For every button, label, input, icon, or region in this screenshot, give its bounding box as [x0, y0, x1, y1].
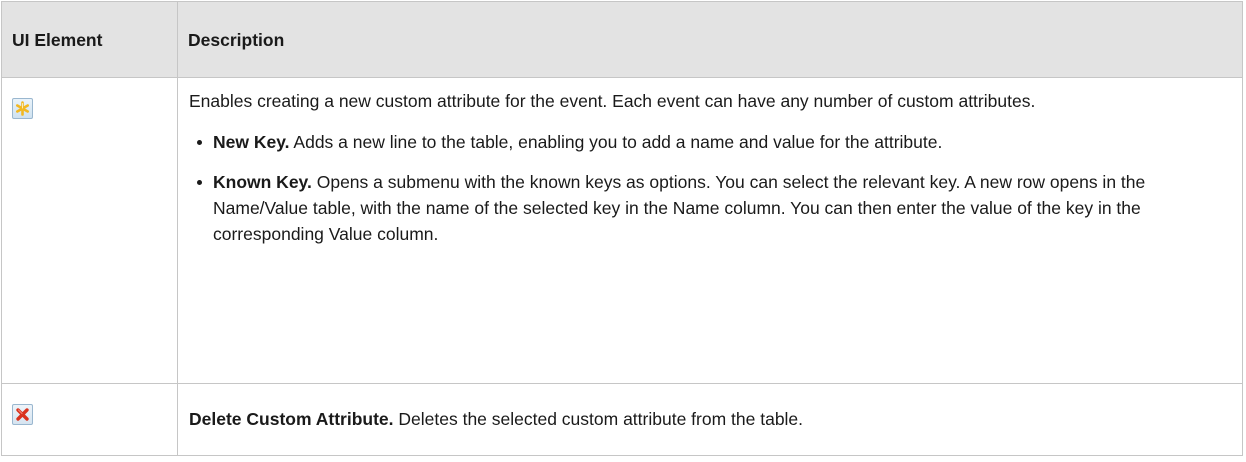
description-text: Deletes the selected custom attribute fr… — [393, 409, 804, 429]
header-description: Description — [177, 1, 1243, 78]
red-x-icon — [16, 408, 29, 421]
option-text: Opens a submenu with the known keys as o… — [213, 172, 1146, 244]
header-ui-element: UI Element — [1, 1, 178, 78]
new-custom-attribute-icon[interactable] — [12, 98, 33, 119]
asterisk-star-icon — [16, 101, 29, 116]
table-row: Enables creating a new custom attribute … — [1, 77, 1243, 384]
option-term: Known Key. — [213, 172, 312, 192]
element-term: Delete Custom Attribute. — [189, 409, 394, 429]
description-cell: Delete Custom Attribute. Deletes the sel… — [177, 383, 1243, 456]
description-cell: Enables creating a new custom attribute … — [177, 77, 1243, 384]
description-text: Enables creating a new custom attribute … — [189, 91, 1036, 111]
ui-element-cell — [1, 383, 178, 456]
ui-element-cell — [1, 77, 178, 384]
list-item: Known Key. Opens a submenu with the know… — [189, 169, 1222, 247]
ui-element-table: UI Element Description Enables creating … — [1, 1, 1243, 456]
option-term: New Key. — [213, 132, 290, 152]
table-header-row: UI Element Description — [1, 1, 1243, 78]
option-list: New Key. Adds a new line to the table, e… — [189, 129, 1222, 247]
table-row: Delete Custom Attribute. Deletes the sel… — [1, 383, 1243, 456]
option-text: Adds a new line to the table, enabling y… — [289, 132, 943, 152]
delete-icon[interactable] — [12, 404, 33, 425]
list-item: New Key. Adds a new line to the table, e… — [189, 129, 1222, 155]
